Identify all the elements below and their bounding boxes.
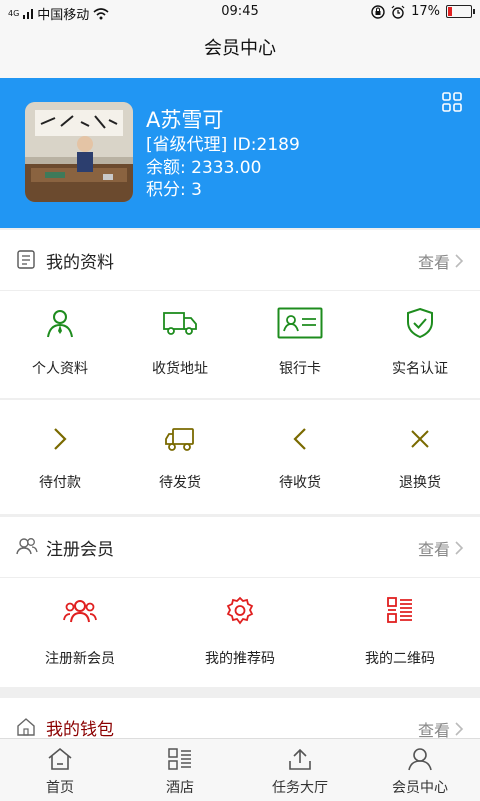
shipping-address-button[interactable]: 收货地址 [120, 291, 240, 399]
pending-shipment-label: 待发货 [159, 475, 201, 491]
my-info-header: 我的资料 查看 [0, 230, 480, 291]
users-icon [63, 600, 97, 623]
register-view-link[interactable]: 查看 [418, 536, 464, 560]
list-icon [387, 597, 412, 623]
tab-home-label: 首页 [46, 780, 74, 796]
list-icon [168, 748, 191, 770]
pending-payment-label: 待付款 [39, 475, 81, 491]
real-name-auth-button[interactable]: 实名认证 [360, 291, 480, 399]
chevron-right-icon [455, 254, 464, 268]
chevron-right-icon [54, 428, 67, 450]
my-info-section: 我的资料 查看 个人资料 收货地址 银行卡 实名认证 [0, 230, 480, 398]
pending-receipt-button[interactable]: 待收货 [240, 400, 360, 514]
pending-receipt-label: 待收货 [279, 475, 321, 491]
tab-home[interactable]: 首页 [0, 739, 120, 801]
pending-shipment-button[interactable]: 待发货 [120, 400, 240, 514]
wallet-section: 我的钱包 查看 [0, 698, 480, 738]
avatar-photo [25, 102, 133, 202]
real-name-auth-label: 实名认证 [392, 361, 448, 377]
user-icon [408, 748, 432, 771]
tab-hotel-label: 酒店 [166, 780, 194, 796]
register-new-member-button[interactable]: 注册新会员 [0, 578, 160, 688]
my-info-view-link[interactable]: 查看 [418, 249, 464, 273]
upload-icon [289, 748, 311, 770]
view-label: 查看 [417, 540, 450, 559]
chevron-right-icon [455, 541, 464, 555]
my-referral-code-label: 我的推荐码 [205, 651, 275, 667]
home-icon [48, 747, 72, 770]
status-bar: 4G 中国移动 09:45 17% [0, 0, 480, 24]
truck-icon [165, 428, 194, 451]
tab-task-hall[interactable]: 任务大厅 [240, 739, 360, 801]
avatar[interactable] [25, 102, 133, 202]
alarm-icon [391, 5, 405, 19]
personal-info-label: 个人资料 [32, 361, 88, 377]
register-new-member-label: 注册新会员 [45, 651, 115, 667]
home-icon [17, 718, 35, 736]
tab-task-hall-label: 任务大厅 [272, 780, 328, 796]
chevron-left-icon [293, 428, 306, 450]
document-icon [17, 250, 35, 269]
bank-card-button[interactable]: 银行卡 [240, 291, 360, 399]
wallet-header: 我的钱包 查看 [0, 698, 480, 738]
qr-code-icon[interactable] [442, 92, 462, 112]
profile-points: 积分: 3 [146, 180, 202, 200]
register-header: 注册会员 查看 [0, 517, 480, 578]
tab-member-center-label: 会员中心 [392, 780, 448, 796]
tab-member-center[interactable]: 会员中心 [360, 739, 480, 801]
page-title: 会员中心 [0, 24, 480, 78]
personal-info-button[interactable]: 个人资料 [0, 291, 120, 399]
person-icon [47, 310, 73, 338]
bank-card-label: 银行卡 [279, 361, 321, 377]
wallet-title: 我的钱包 [46, 720, 114, 738]
bottom-tab-bar: 首页 酒店 任务大厅 会员中心 [0, 738, 480, 801]
register-section: 注册会员 查看 注册新会员 我的推荐码 我的二维码 [0, 517, 480, 687]
register-title: 注册会员 [46, 540, 114, 560]
users-icon [16, 538, 38, 555]
shield-check-icon [407, 307, 433, 339]
battery-percent: 17% [411, 4, 440, 19]
returns-label: 退换货 [399, 475, 441, 491]
lock-icon [371, 4, 385, 19]
chevron-right-icon [455, 722, 464, 736]
close-icon [411, 430, 429, 448]
profile-level-id: [省级代理] ID:2189 [146, 135, 300, 155]
battery-level [448, 7, 452, 16]
profile-card: A苏雪可 [省级代理] ID:2189 余额: 2333.00 积分: 3 [0, 78, 480, 228]
my-qr-code-label: 我的二维码 [365, 651, 435, 667]
my-qr-code-button[interactable]: 我的二维码 [320, 578, 480, 688]
battery-icon [446, 5, 475, 18]
pending-payment-button[interactable]: 待付款 [0, 400, 120, 514]
truck-icon [163, 312, 197, 335]
gear-icon [226, 596, 254, 625]
shipping-address-label: 收货地址 [152, 361, 208, 377]
tab-hotel[interactable]: 酒店 [120, 739, 240, 801]
orders-section: 待付款 待发货 待收货 退换货 [0, 400, 480, 514]
my-info-title: 我的资料 [46, 253, 114, 273]
view-label: 查看 [417, 721, 450, 738]
wallet-view-link[interactable]: 查看 [418, 717, 464, 738]
card-icon [277, 307, 323, 339]
view-label: 查看 [417, 253, 450, 272]
my-referral-code-button[interactable]: 我的推荐码 [160, 578, 320, 688]
returns-button[interactable]: 退换货 [360, 400, 480, 514]
